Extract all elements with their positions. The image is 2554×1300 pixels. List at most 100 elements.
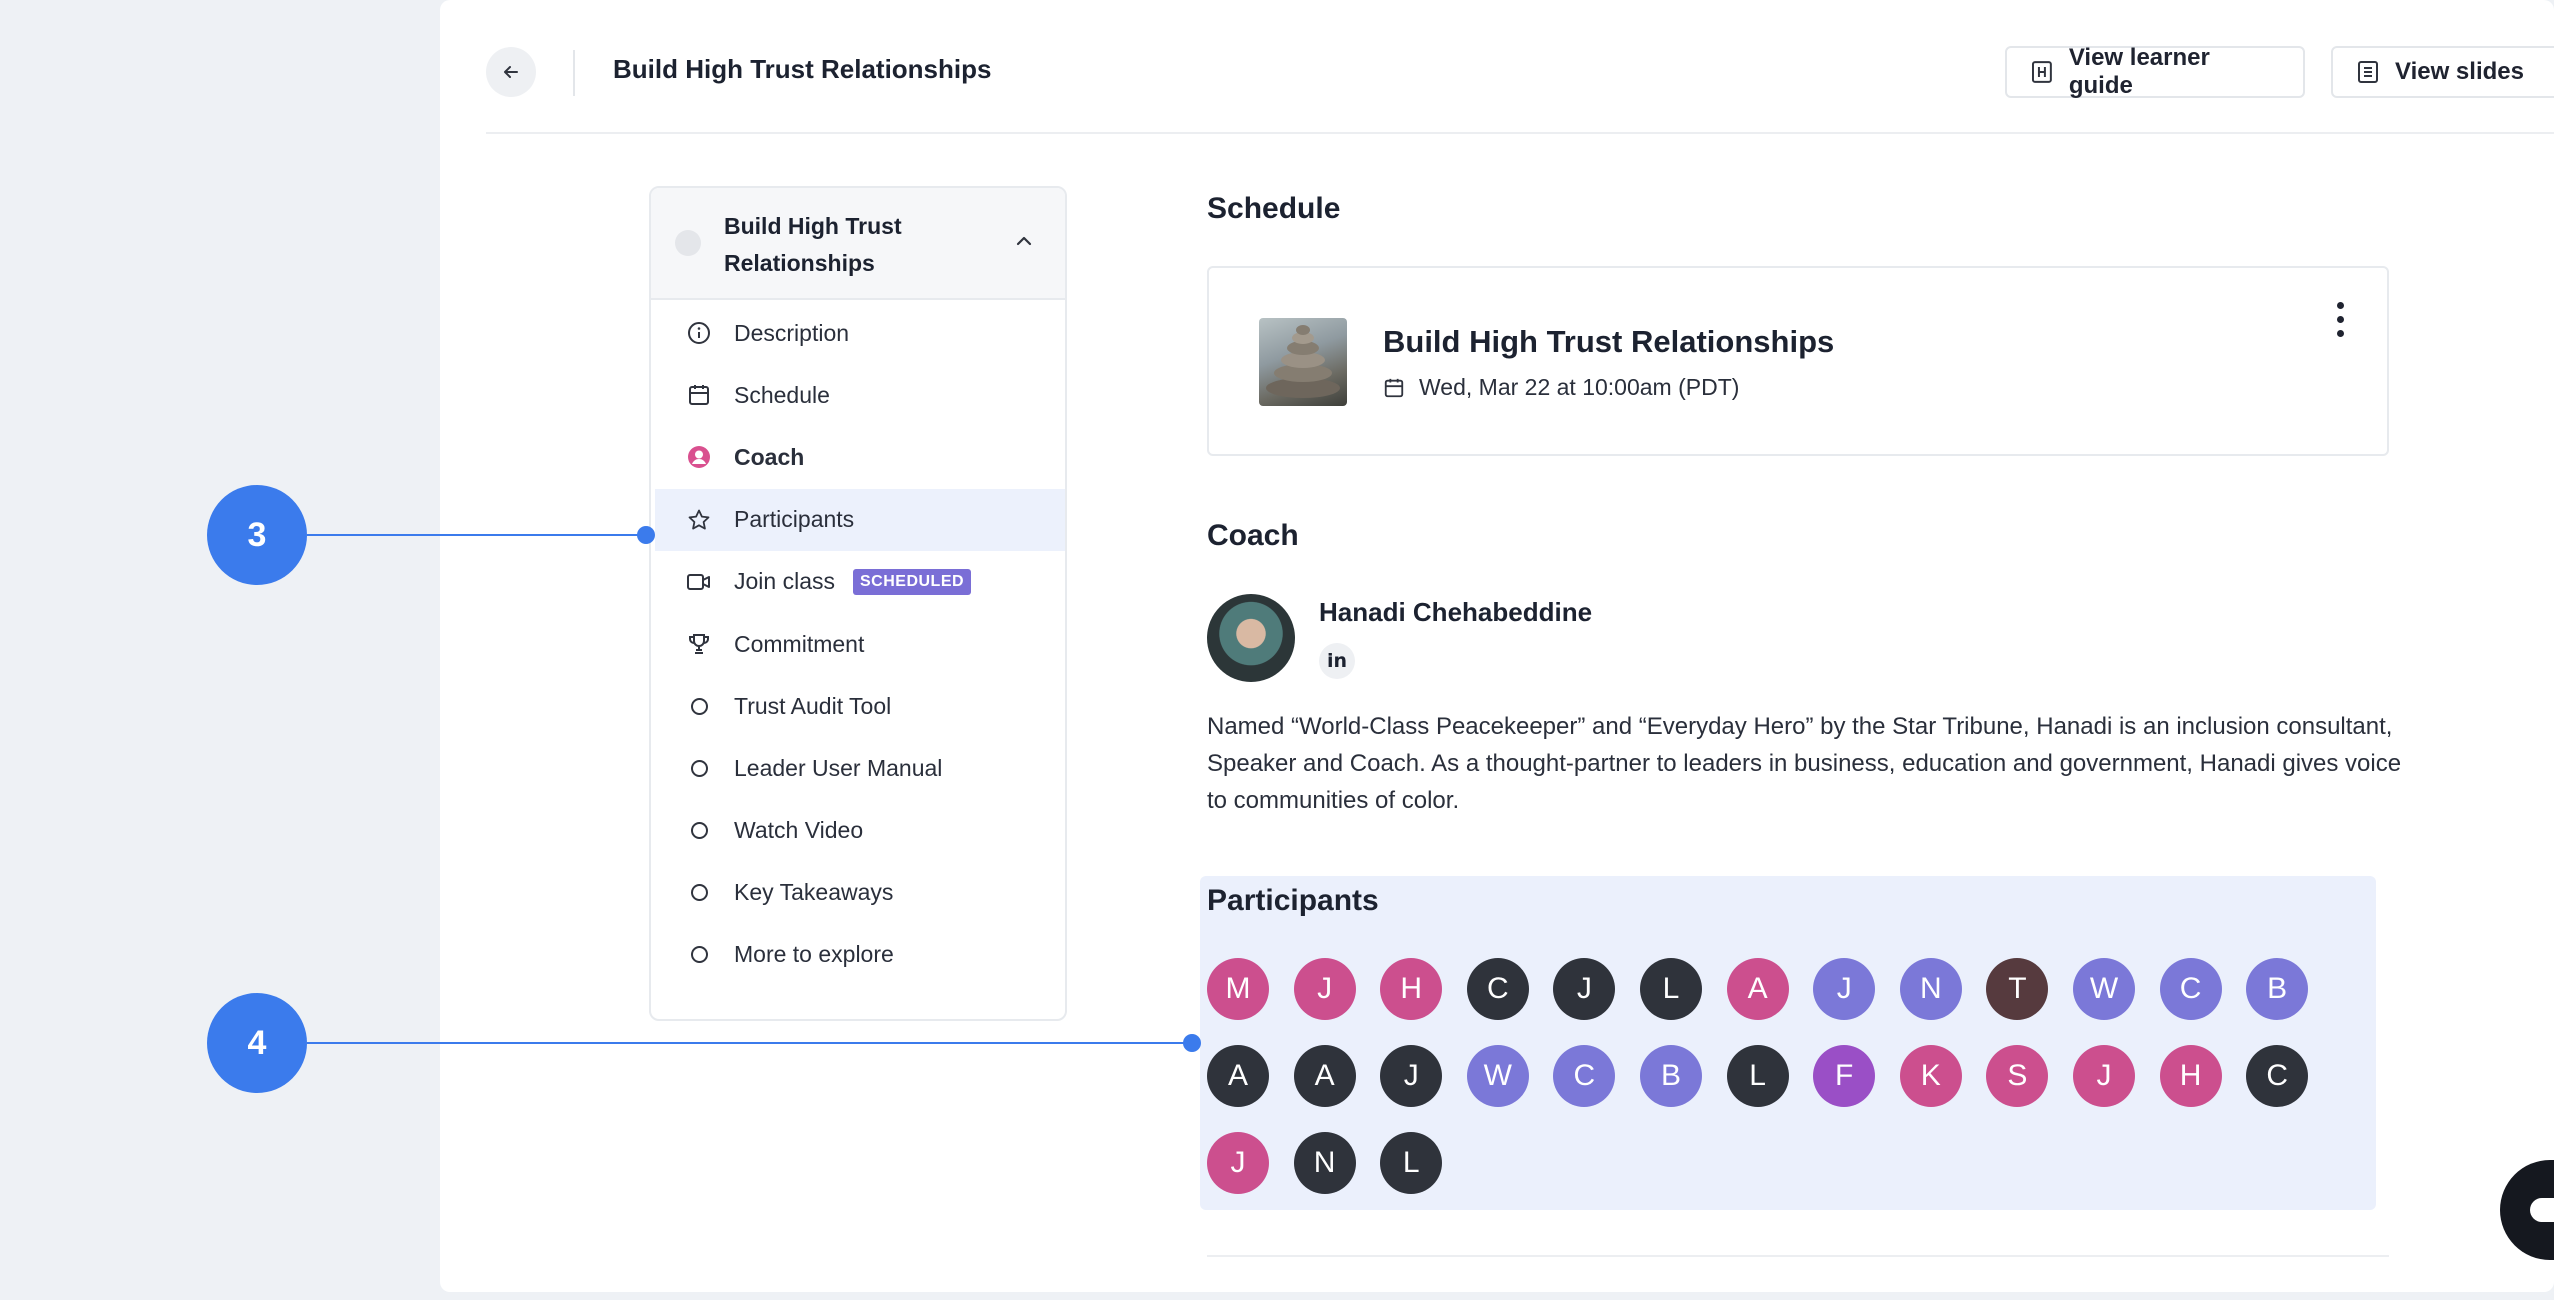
- sidebar-item-commitment[interactable]: Commitment: [651, 613, 1065, 675]
- sidebar-item-label: Commitment: [734, 630, 865, 657]
- calendar-icon: [686, 382, 712, 408]
- star-icon: [686, 507, 712, 533]
- coach-bio: Named “World-Class Peacekeeper” and “Eve…: [1207, 713, 2402, 814]
- participant-avatar[interactable]: W: [1466, 1045, 1529, 1107]
- participant-avatar[interactable]: W: [2073, 958, 2135, 1020]
- event-date: Wed, Mar 22 at 10:00am (PDT): [1383, 374, 1739, 401]
- participant-avatar[interactable]: F: [1813, 1045, 1876, 1107]
- schedule-card[interactable]: Build High Trust Relationships Wed, Mar …: [1207, 266, 2389, 456]
- view-slides-label: View slides: [2395, 58, 2524, 85]
- circle-icon: [686, 818, 712, 844]
- view-slides-button[interactable]: View slides: [2331, 46, 2554, 98]
- circle-icon: [686, 755, 712, 781]
- arrow-left-icon: [504, 66, 518, 78]
- sidebar-item-label: Leader User Manual: [734, 754, 943, 781]
- header-divider: [573, 50, 575, 96]
- sidebar-item-label: Trust Audit Tool: [734, 692, 892, 719]
- page-title: Build High Trust Relationships: [613, 54, 992, 84]
- sidebar-item-coach[interactable]: Coach: [651, 426, 1065, 488]
- participant-avatar[interactable]: J: [1380, 1045, 1443, 1107]
- callout-badge: 4: [207, 993, 307, 1093]
- participant-avatar[interactable]: J: [1207, 1132, 1269, 1194]
- outline-title: Build High Trust Relationships: [724, 213, 902, 276]
- participant-avatar[interactable]: H: [2159, 1045, 2222, 1107]
- event-title: Build High Trust Relationships: [1383, 324, 1835, 359]
- participant-avatar[interactable]: C: [2159, 958, 2222, 1020]
- info-icon: [686, 320, 712, 346]
- sidebar-item-participants[interactable]: Participants: [655, 488, 1065, 551]
- callout-dot: [1183, 1034, 1201, 1052]
- participant-avatar[interactable]: J: [1553, 958, 1616, 1020]
- view-learner-guide-label: View learner guide: [2068, 44, 2210, 99]
- participant-avatar[interactable]: M: [1207, 958, 1269, 1020]
- participant-avatar[interactable]: L: [1640, 958, 1702, 1020]
- chat-button[interactable]: [2500, 1160, 2554, 1260]
- sidebar-item-join-class[interactable]: Join class SCHEDULED: [651, 551, 1065, 613]
- sidebar-item-label: Description: [734, 319, 850, 346]
- coach-avatar: [1207, 594, 1295, 682]
- sidebar-item-key-takeaways[interactable]: Key Takeaways: [651, 862, 1065, 924]
- callout-line: [307, 534, 645, 536]
- progress-dot: [675, 230, 701, 256]
- participant-avatar[interactable]: S: [1986, 1045, 2049, 1107]
- slides-icon: [2358, 61, 2378, 83]
- event-date-text: Wed, Mar 22 at 10:00am (PDT): [1419, 374, 1740, 400]
- sidebar-item-schedule[interactable]: Schedule: [651, 364, 1065, 426]
- participant-avatar[interactable]: C: [1466, 958, 1529, 1020]
- circle-icon: [686, 880, 712, 906]
- sidebar-item-label: More to explore: [734, 941, 894, 968]
- callout-line: [307, 1042, 1193, 1044]
- participant-avatar[interactable]: J: [1293, 958, 1356, 1020]
- sidebar-item-trust-audit-tool[interactable]: Trust Audit Tool: [651, 675, 1065, 737]
- circle-icon: [686, 942, 712, 968]
- header-rule: [486, 132, 2554, 134]
- back-button[interactable]: [486, 47, 536, 97]
- coach-name: Hanadi Chehabeddine: [1319, 597, 1593, 627]
- guide-icon: [2031, 61, 2052, 83]
- participant-avatar[interactable]: L: [1380, 1132, 1443, 1194]
- participant-avatar[interactable]: B: [2246, 958, 2309, 1020]
- more-options-icon[interactable]: [2335, 302, 2345, 337]
- sidebar-item-more-to-explore[interactable]: More to explore: [651, 924, 1065, 986]
- course-outline: Build High Trust Relationships Descripti…: [649, 186, 1067, 1021]
- view-learner-guide-button[interactable]: View learner guide: [2005, 44, 2305, 99]
- participant-avatar[interactable]: T: [1986, 958, 2049, 1020]
- sidebar-item-label: Coach: [734, 443, 805, 470]
- schedule-heading: Schedule: [1207, 192, 1341, 225]
- linkedin-icon[interactable]: in: [1319, 643, 1355, 679]
- participant-avatar[interactable]: C: [2246, 1045, 2309, 1107]
- participant-avatar[interactable]: A: [1293, 1045, 1356, 1107]
- participant-avatar[interactable]: B: [1640, 1045, 1702, 1107]
- status-badge: SCHEDULED: [852, 568, 972, 595]
- circle-icon: [686, 693, 712, 719]
- participants-section: Participants MJHCJLAJNTWCBAAJWCBLFKSJHCJ…: [1200, 876, 2376, 1210]
- callout-dot: [637, 526, 655, 544]
- video-icon: [686, 569, 712, 595]
- sidebar-item-label: Key Takeaways: [734, 879, 894, 906]
- sidebar-item-label: Schedule: [734, 381, 830, 408]
- outline-header[interactable]: Build High Trust Relationships: [651, 188, 1065, 300]
- sidebar-item-leader-user-manual[interactable]: Leader User Manual: [651, 737, 1065, 799]
- chevron-up-icon[interactable]: [1013, 230, 1035, 252]
- participant-avatar[interactable]: A: [1726, 958, 1789, 1020]
- sidebar-item-label: Join class: [734, 568, 835, 595]
- participants-heading: Participants: [1207, 884, 1379, 917]
- outline-items: Description Schedule Coach Participants …: [651, 302, 1065, 986]
- participant-avatar[interactable]: N: [1293, 1132, 1356, 1194]
- participant-avatar[interactable]: J: [1813, 958, 1876, 1020]
- participant-avatar[interactable]: A: [1207, 1045, 1269, 1107]
- sidebar-item-watch-video[interactable]: Watch Video: [651, 800, 1065, 862]
- user-icon: [686, 444, 712, 470]
- participant-avatar[interactable]: C: [1553, 1045, 1616, 1107]
- participant-avatar[interactable]: K: [1899, 1045, 1962, 1107]
- participant-avatar[interactable]: J: [2073, 1045, 2135, 1107]
- calendar-icon: [1384, 378, 1404, 397]
- trophy-icon: [686, 631, 712, 657]
- coach-heading: Coach: [1207, 519, 1299, 552]
- course-page: Build High Trust Relationships View lear…: [440, 0, 2554, 1292]
- sidebar-item-label: Participants: [734, 506, 855, 533]
- participant-avatar[interactable]: N: [1899, 958, 1962, 1020]
- sidebar-item-description[interactable]: Description: [651, 302, 1065, 364]
- participant-avatar[interactable]: H: [1380, 958, 1443, 1020]
- participant-avatar[interactable]: L: [1726, 1045, 1789, 1107]
